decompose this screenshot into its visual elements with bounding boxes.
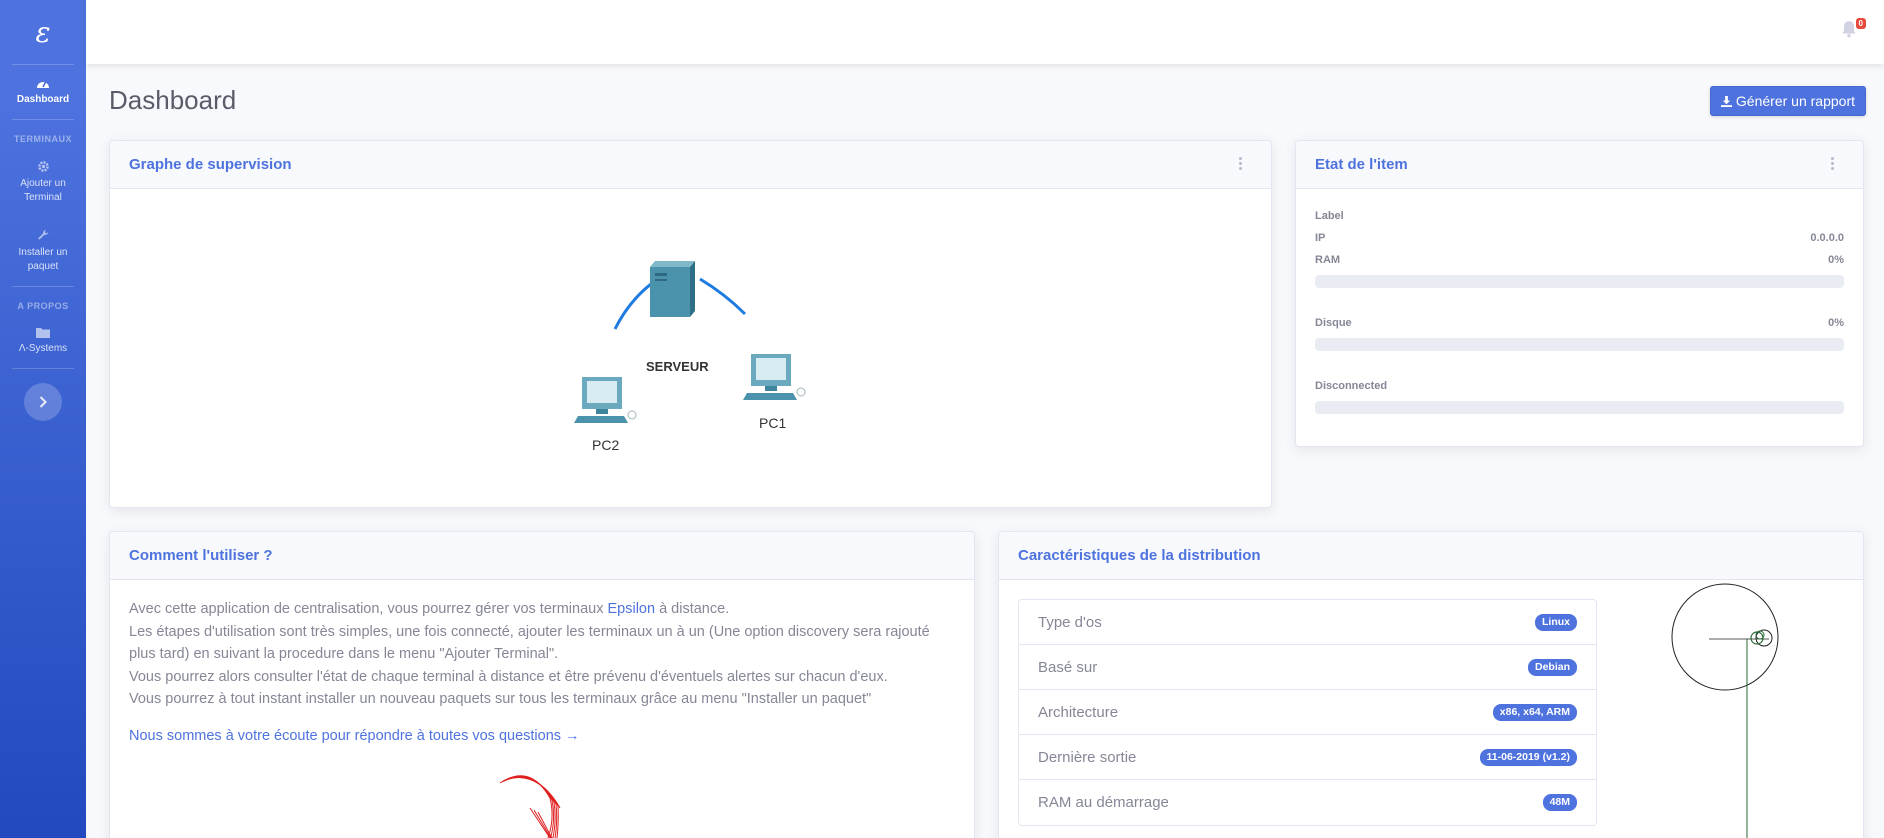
ram-value: 0% bbox=[1828, 254, 1844, 266]
epsilon-link[interactable]: Epsilon bbox=[608, 601, 656, 617]
more-options-icon[interactable] bbox=[1239, 157, 1243, 172]
link-server-pc2 bbox=[613, 279, 656, 330]
dist-label: Type d'os bbox=[1038, 613, 1102, 631]
decorative-sketch-illustration bbox=[1671, 583, 1779, 838]
sidebar-item-dashboard[interactable]: Dashboard bbox=[0, 65, 86, 119]
card-title: Graphe de supervision bbox=[129, 156, 292, 173]
server-label: SERVEUR bbox=[646, 359, 709, 374]
gear-icon bbox=[37, 161, 49, 172]
ip-label: IP bbox=[1315, 232, 1326, 244]
howto-body: Avec cette application de centralisation… bbox=[110, 580, 974, 838]
disk-value: 0% bbox=[1828, 317, 1844, 329]
list-item: Architecture x86, x64, ARM bbox=[1019, 690, 1596, 735]
dist-badge: Linux bbox=[1535, 613, 1577, 631]
sidebar-item-installer-paquet[interactable]: Installer un paquet bbox=[0, 217, 86, 286]
howto-paragraph-2: Les étapes d'utilisation sont très simpl… bbox=[129, 623, 930, 663]
generate-report-label: Générer un rapport bbox=[1735, 93, 1855, 109]
list-item: Basé sur Debian bbox=[1019, 645, 1596, 690]
sidebar-item-label: Installer un paquet bbox=[18, 247, 68, 272]
dist-badge: x86, x64, ARM bbox=[1492, 703, 1577, 721]
pc2-icon[interactable] bbox=[574, 377, 637, 423]
sidebar-item-label: Dashboard bbox=[16, 94, 70, 105]
download-icon bbox=[1720, 95, 1732, 107]
card-header: Comment l'utiliser ? bbox=[110, 532, 974, 580]
network-graph bbox=[574, 261, 806, 423]
sidebar-item-label: Ajouter un Terminal bbox=[20, 178, 66, 203]
disk-progress-bar bbox=[1315, 338, 1844, 351]
sidebar-heading-apropos: A PROPOS bbox=[17, 301, 69, 311]
dist-label: RAM au démarrage bbox=[1038, 794, 1169, 811]
chevron-right-icon bbox=[39, 396, 47, 408]
sidebar-item-lambda-systems[interactable]: Λ-Systems bbox=[0, 315, 86, 368]
distribution-list: Type d'os Linux Basé sur Debian Architec… bbox=[1018, 599, 1597, 826]
item-label: Label bbox=[1315, 210, 1344, 222]
disk-row: Disque 0% bbox=[1315, 312, 1844, 334]
ram-label: RAM bbox=[1315, 254, 1341, 266]
list-item: Dernière sortie 11-06-2019 (v1.2) bbox=[1019, 735, 1596, 780]
card-header: Caractéristiques de la distribution bbox=[999, 532, 1863, 580]
ram-row: RAM 0% bbox=[1315, 249, 1844, 271]
list-item: Type d'os Linux bbox=[1019, 600, 1596, 645]
card-title: Comment l'utiliser ? bbox=[129, 547, 273, 564]
contact-link[interactable]: Nous sommes à votre écoute pour répondre… bbox=[129, 725, 955, 748]
supervision-card: Graphe de supervision SERVEUR PC1 PC2 bbox=[109, 140, 1272, 508]
supervision-graph: SERVEUR PC1 PC2 bbox=[110, 189, 1271, 505]
pc2-label: PC2 bbox=[592, 437, 620, 453]
wrench-icon bbox=[37, 229, 48, 240]
more-options-icon[interactable] bbox=[1831, 157, 1835, 172]
connection-status: Disconnected bbox=[1315, 380, 1388, 392]
item-status-body: Label IP 0.0.0.0 RAM 0% Disque 0% Discon… bbox=[1296, 189, 1863, 446]
sidebar-item-label: Λ-Systems bbox=[18, 343, 68, 354]
dist-label: Dernière sortie bbox=[1038, 748, 1137, 766]
howto-text: Avec cette application de centralisation… bbox=[129, 601, 608, 617]
item-status-card: Etat de l'item Label IP 0.0.0.0 RAM 0% D… bbox=[1295, 140, 1864, 447]
ip-row: IP 0.0.0.0 bbox=[1315, 227, 1844, 249]
sidebar-divider bbox=[12, 368, 74, 369]
list-item: RAM au démarrage 48M bbox=[1019, 780, 1596, 825]
card-title: Etat de l'item bbox=[1315, 156, 1408, 173]
decorative-ribbon-illustration bbox=[499, 775, 561, 838]
sidebar-item-ajouter-terminal[interactable]: Ajouter un Terminal bbox=[0, 148, 86, 217]
dist-badge: 11-06-2019 (v1.2) bbox=[1479, 748, 1577, 766]
howto-text: à distance. bbox=[655, 601, 730, 617]
card-header: Etat de l'item bbox=[1296, 141, 1863, 189]
card-title: Caractéristiques de la distribution bbox=[1018, 547, 1261, 564]
brand-logo[interactable]: ε bbox=[0, 0, 86, 64]
howto-paragraph-4: Vous pourrez à tout instant installer un… bbox=[129, 691, 872, 707]
page-title: Dashboard bbox=[109, 85, 237, 115]
server-icon[interactable] bbox=[650, 261, 695, 317]
howto-paragraph-3: Vous pourrez alors consulter l'état de c… bbox=[129, 668, 888, 685]
pc1-icon[interactable] bbox=[743, 354, 806, 400]
disk-label: Disque bbox=[1315, 317, 1352, 329]
generate-report-button[interactable]: Générer un rapport bbox=[1709, 86, 1866, 116]
link-server-pc1 bbox=[699, 277, 747, 316]
notification-badge: 0 bbox=[1855, 18, 1866, 29]
card-header: Graphe de supervision bbox=[110, 141, 1271, 189]
status-row: Disconnected bbox=[1315, 375, 1844, 397]
sidebar-toggle-button[interactable] bbox=[24, 383, 62, 421]
topbar: 0 bbox=[86, 0, 1884, 64]
dist-badge: 48M bbox=[1542, 794, 1577, 811]
ram-progress-bar bbox=[1315, 275, 1844, 288]
distribution-card: Caractéristiques de la distribution Type… bbox=[998, 531, 1864, 838]
dist-label: Architecture bbox=[1038, 703, 1119, 721]
dist-label: Basé sur bbox=[1038, 658, 1098, 676]
howto-paragraph-1: Avec cette application de centralisation… bbox=[129, 598, 955, 621]
ip-value: 0.0.0.0 bbox=[1810, 232, 1844, 244]
folder-icon bbox=[36, 328, 50, 338]
howto-card: Comment l'utiliser ? Avec cette applicat… bbox=[109, 531, 975, 838]
label-row: Label bbox=[1315, 205, 1844, 227]
status-progress-bar bbox=[1315, 401, 1844, 414]
pc1-label: PC1 bbox=[759, 415, 787, 431]
sidebar-heading-terminaux: TERMINAUX bbox=[14, 134, 72, 144]
dashboard-icon bbox=[37, 81, 49, 88]
sidebar: ε Dashboard TERMINAUX Ajouter un Termina… bbox=[0, 0, 86, 838]
dist-badge: Debian bbox=[1527, 658, 1577, 676]
